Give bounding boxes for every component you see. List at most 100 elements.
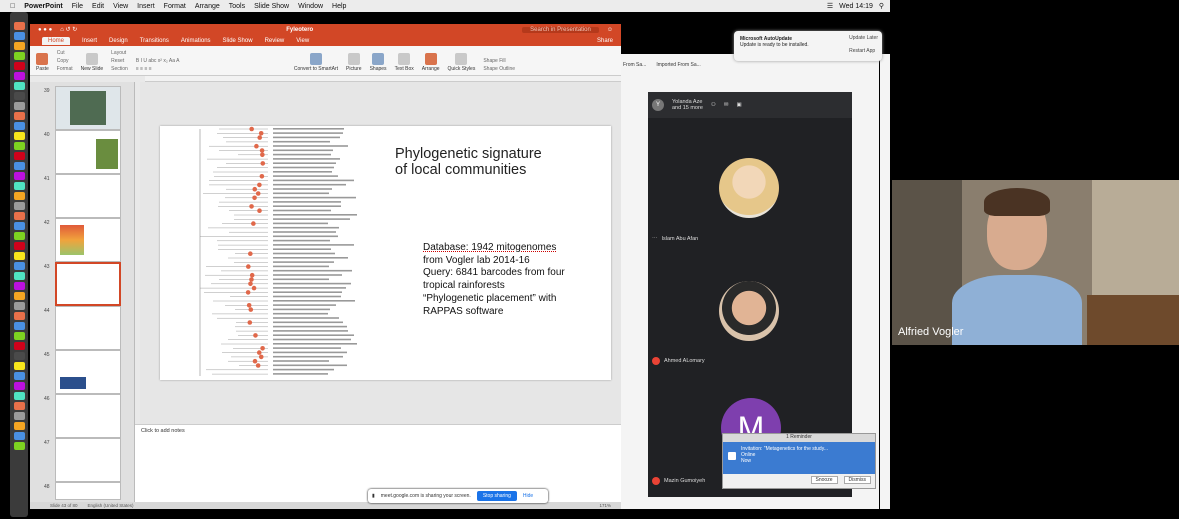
dock-app-icon[interactable]	[13, 402, 25, 410]
menu-file[interactable]: File	[72, 3, 83, 10]
dock-app-icon[interactable]	[13, 162, 25, 170]
slide-title[interactable]: Phylogenetic signature of local communit…	[395, 146, 542, 178]
quick-styles-button[interactable]: Quick Styles	[448, 53, 475, 72]
participants-summary[interactable]: Yolanda Aze and 15 more	[672, 99, 703, 111]
dock-app-icon[interactable]	[13, 302, 25, 310]
dock-app-icon[interactable]	[13, 92, 25, 100]
slide-thumbnail[interactable]	[55, 130, 121, 174]
language-status[interactable]: English (United States)	[88, 503, 134, 508]
share-button[interactable]: Share	[597, 38, 621, 44]
dock-app-icon[interactable]	[13, 152, 25, 160]
autoupdate-notification[interactable]: Microsoft AutoUpdate Update is ready to …	[734, 31, 882, 61]
dock-app-icon[interactable]	[13, 262, 25, 270]
shapes-button[interactable]: Shapes	[370, 53, 387, 72]
menu-slide-show[interactable]: Slide Show	[254, 3, 289, 10]
menu-format[interactable]: Format	[164, 3, 186, 10]
dock-app-icon[interactable]	[13, 52, 25, 60]
dock-app-icon[interactable]	[13, 142, 25, 150]
dock-app-icon[interactable]	[13, 192, 25, 200]
picture-button[interactable]: Picture	[346, 53, 362, 72]
shape-outline-button[interactable]: Shape Outline	[483, 66, 515, 72]
apple-icon[interactable]: 	[10, 3, 15, 10]
reminder-window[interactable]: 1 Reminder Invitation: "Metagenetics for…	[722, 433, 876, 489]
slide-thumbnail[interactable]	[55, 482, 121, 500]
menu-window[interactable]: Window	[298, 3, 323, 10]
tab-insert[interactable]: Insert	[82, 38, 97, 44]
section-button[interactable]: Section	[111, 66, 128, 72]
paste-button[interactable]: Paste	[36, 53, 49, 72]
dock-app-icon[interactable]	[13, 102, 25, 110]
update-later-button[interactable]: Update Later	[849, 35, 878, 41]
dock-app-icon[interactable]	[13, 212, 25, 220]
dock-app-icon[interactable]	[13, 172, 25, 180]
tab-review[interactable]: Review	[265, 38, 285, 44]
reset-button[interactable]: Reset	[111, 58, 128, 64]
slide-thumbnail[interactable]	[55, 394, 121, 438]
dock-app-icon[interactable]	[13, 332, 25, 340]
tab-home[interactable]: Home	[42, 36, 71, 45]
slide-canvas[interactable]: Phylogenetic signature of local communit…	[140, 82, 621, 424]
slide-thumbnails-pane[interactable]: 39 40 41 42 43 44 45 46 47 48	[30, 82, 135, 502]
dock-app-icon[interactable]	[13, 132, 25, 140]
new-slide-button[interactable]: New Slide	[81, 53, 103, 72]
dock-app-icon[interactable]	[13, 352, 25, 360]
chat-icon[interactable]: ✉	[724, 102, 729, 108]
dock-app-icon[interactable]	[13, 32, 25, 40]
menu-view[interactable]: View	[113, 3, 128, 10]
dock-app-icon[interactable]	[13, 242, 25, 250]
stop-sharing-button[interactable]: Stop sharing	[476, 491, 517, 501]
hide-share-bar-button[interactable]: Hide	[523, 493, 533, 499]
wifi-icon[interactable]: ☰	[827, 2, 833, 10]
tab-transitions[interactable]: Transitions	[140, 38, 169, 44]
slide-thumbnail[interactable]	[55, 218, 121, 262]
quick-access-toolbar[interactable]: ⌂ ↺ ↻	[60, 26, 77, 33]
convert-smartart-button[interactable]: Convert to SmartArt	[294, 53, 338, 72]
shape-fill-button[interactable]: Shape Fill	[483, 58, 515, 64]
search-input[interactable]: Search in Presentation	[522, 26, 599, 33]
dock-app-icon[interactable]	[13, 42, 25, 50]
menu-insert[interactable]: Insert	[137, 3, 155, 10]
more-options-icon[interactable]: ⋯	[652, 236, 658, 242]
slide-thumbnail[interactable]	[55, 350, 121, 394]
participant-tile[interactable]: ⋯ Islam Abu Afan	[652, 236, 698, 242]
restart-app-button[interactable]: Restart App	[849, 48, 878, 54]
font-controls-icon[interactable]: B I U abc x² x₂ Aa A	[136, 58, 286, 64]
dock-app-icon[interactable]	[13, 392, 25, 400]
dock-app-icon[interactable]	[13, 182, 25, 190]
dock-app-icon[interactable]	[13, 112, 25, 120]
participant-avatar[interactable]: Y	[652, 99, 664, 111]
present-icon[interactable]: ▣	[736, 102, 741, 108]
menubar-app-name[interactable]: PowerPoint	[24, 3, 63, 10]
bookmark-item[interactable]: Imported From Sa...	[656, 62, 700, 68]
cut-button[interactable]: Cut	[57, 50, 73, 56]
slide-body-text[interactable]: Database: 1942 mitogenomes from Vogler l…	[423, 242, 565, 318]
dock-app-icon[interactable]	[13, 412, 25, 420]
dock-app-icon[interactable]	[13, 312, 25, 320]
copy-button[interactable]: Copy	[57, 58, 73, 64]
participant-tile[interactable]: Mazin Gumoiyeh	[652, 477, 705, 485]
window-controls[interactable]: ● ● ●	[38, 27, 52, 33]
dock-app-icon[interactable]	[13, 22, 25, 30]
dock-app-icon[interactable]	[13, 292, 25, 300]
dock-app-icon[interactable]	[13, 342, 25, 350]
tab-view[interactable]: View	[296, 38, 309, 44]
smiley-icon[interactable]: ☺	[607, 27, 613, 33]
dock-app-icon[interactable]	[13, 322, 25, 330]
spotlight-search-icon[interactable]: ⚲	[879, 2, 884, 10]
tab-animations[interactable]: Animations	[181, 38, 211, 44]
dock-app-icon[interactable]	[13, 442, 25, 450]
clock[interactable]: Wed 14:19	[839, 3, 873, 10]
dock-app-icon[interactable]	[13, 282, 25, 290]
slide-thumbnail[interactable]	[55, 438, 121, 482]
tab-slide-show[interactable]: Slide Show	[223, 38, 253, 44]
tab-design[interactable]: Design	[109, 38, 128, 44]
slide-thumbnail-selected[interactable]	[55, 262, 121, 306]
menu-tools[interactable]: Tools	[229, 3, 245, 10]
dock-app-icon[interactable]	[13, 362, 25, 370]
snooze-button[interactable]: Snooze	[810, 476, 838, 484]
dock-app-icon[interactable]	[13, 372, 25, 380]
slide-thumbnail[interactable]	[55, 174, 121, 218]
arrange-button[interactable]: Arrange	[422, 53, 440, 72]
current-slide[interactable]: Phylogenetic signature of local communit…	[160, 126, 611, 380]
layout-button[interactable]: Layout	[111, 50, 128, 56]
